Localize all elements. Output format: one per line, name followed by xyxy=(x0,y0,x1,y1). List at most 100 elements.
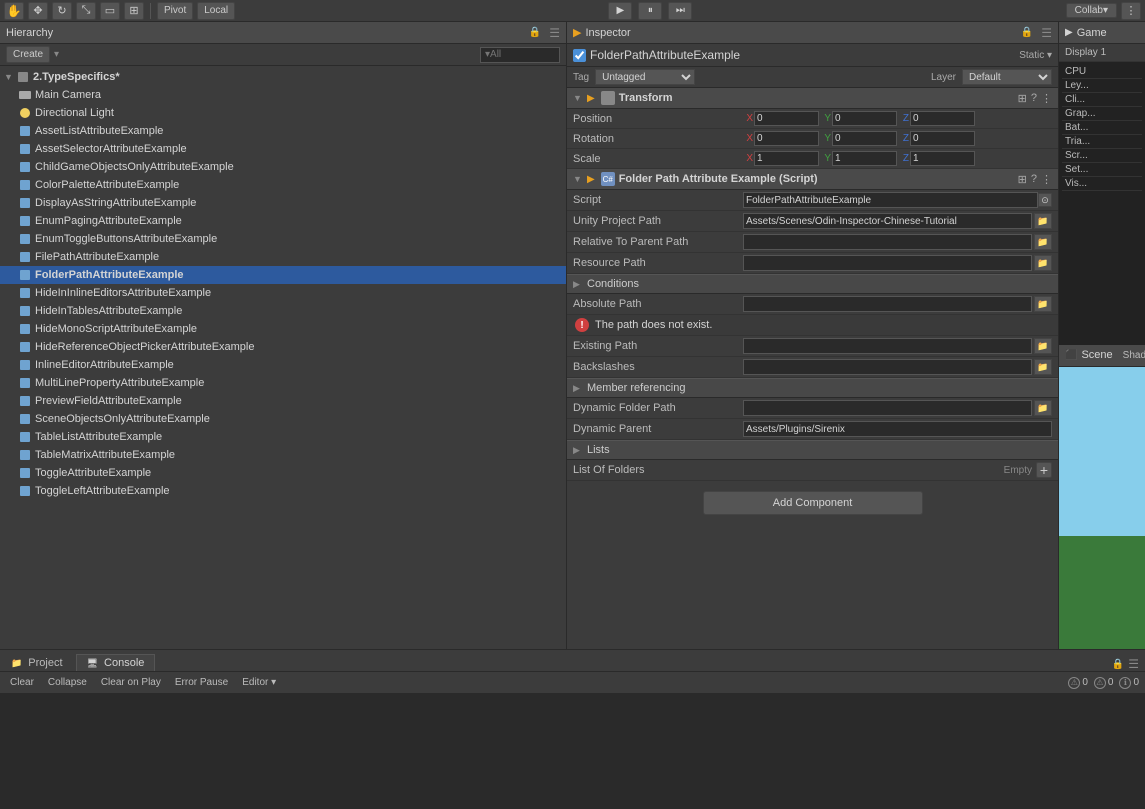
collab-button[interactable]: Collab▾ xyxy=(1066,3,1117,18)
profiler-tria[interactable]: Tria... xyxy=(1062,135,1142,149)
unity-project-path-folder-btn[interactable]: 📁 xyxy=(1034,213,1052,229)
inspector-lock-icon[interactable]: 🔒 xyxy=(1021,27,1033,38)
toolbar-icon-scale[interactable]: ⤡ xyxy=(76,2,96,20)
scale-z-input[interactable]: 1 xyxy=(910,151,975,166)
script-pick-button[interactable]: ⊙ xyxy=(1038,193,1052,207)
pivot-button[interactable]: Pivot xyxy=(157,2,193,20)
list-item[interactable]: TableListAttributeExample xyxy=(0,428,566,446)
relative-to-parent-input[interactable] xyxy=(743,234,1032,250)
create-dropdown-arrow[interactable]: ▾ xyxy=(54,49,59,60)
dynamic-folder-path-folder-btn[interactable]: 📁 xyxy=(1034,400,1052,416)
collapse-button[interactable]: Collapse xyxy=(44,676,91,689)
scale-x-input[interactable]: 1 xyxy=(754,151,819,166)
transform-action-info[interactable]: ? xyxy=(1031,92,1037,105)
toolbar-icon-rotate[interactable]: ↻ xyxy=(52,2,72,20)
bottom-menu-icon[interactable]: ☰ xyxy=(1128,657,1139,671)
toolbar-icon-transform[interactable]: ⊞ xyxy=(124,2,144,20)
clear-button[interactable]: Clear xyxy=(6,676,38,689)
tag-select[interactable]: Untagged xyxy=(595,69,695,85)
create-button[interactable]: Create xyxy=(6,46,50,63)
toolbar-icon-move[interactable]: ✥ xyxy=(28,2,48,20)
folder-path-action-menu[interactable]: ⋮ xyxy=(1041,173,1052,186)
rotation-x-input[interactable]: 0 xyxy=(754,131,819,146)
position-x-input[interactable]: 0 xyxy=(754,111,819,126)
transform-component-header[interactable]: ▼ ▶ Transform ⊞ ? ⋮ xyxy=(567,88,1058,109)
profiler-cli[interactable]: Cli... xyxy=(1062,93,1142,107)
transform-action-menu[interactable]: ⋮ xyxy=(1041,92,1052,105)
dynamic-folder-path-input[interactable] xyxy=(743,400,1032,416)
add-component-button[interactable]: Add Component xyxy=(703,491,923,515)
list-item[interactable]: HideInInlineEditorsAttributeExample xyxy=(0,284,566,302)
list-item[interactable]: HideInTablesAttributeExample xyxy=(0,302,566,320)
editor-button[interactable]: Editor ▾ xyxy=(238,676,280,689)
list-item[interactable]: DisplayAsStringAttributeExample xyxy=(0,194,566,212)
local-button[interactable]: Local xyxy=(197,2,235,20)
step-button[interactable]: ⏭ xyxy=(668,2,692,20)
toolbar-icon-hand[interactable]: ✋ xyxy=(4,2,24,20)
hierarchy-item-camera[interactable]: Main Camera xyxy=(0,86,566,104)
list-item[interactable]: TableMatrixAttributeExample xyxy=(0,446,566,464)
transform-action-grid[interactable]: ⊞ xyxy=(1018,92,1027,105)
list-item[interactable]: AssetSelectorAttributeExample xyxy=(0,140,566,158)
list-item[interactable]: PreviewFieldAttributeExample xyxy=(0,392,566,410)
folder-path-action-info[interactable]: ? xyxy=(1031,173,1037,186)
profiler-set[interactable]: Set... xyxy=(1062,163,1142,177)
list-item[interactable]: AssetListAttributeExample xyxy=(0,122,566,140)
position-y-input[interactable]: 0 xyxy=(832,111,897,126)
resource-path-input[interactable] xyxy=(743,255,1032,271)
error-pause-button[interactable]: Error Pause xyxy=(171,676,232,689)
rotation-z-input[interactable]: 0 xyxy=(910,131,975,146)
inspector-menu-icon[interactable]: ☰ xyxy=(1041,26,1052,40)
list-item[interactable]: SceneObjectsOnlyAttributeExample xyxy=(0,410,566,428)
play-button[interactable]: ▶ xyxy=(608,2,632,20)
go-active-checkbox[interactable] xyxy=(573,49,586,62)
list-item[interactable]: InlineEditorAttributeExample xyxy=(0,356,566,374)
profiler-bat[interactable]: Bat... xyxy=(1062,121,1142,135)
bottom-lock-icon[interactable]: 🔒 xyxy=(1112,659,1124,670)
hierarchy-search-input[interactable] xyxy=(480,47,560,63)
hierarchy-item-selected[interactable]: FolderPathAttributeExample xyxy=(0,266,566,284)
pause-button[interactable]: ⏸ xyxy=(638,2,662,20)
script-input[interactable]: FolderPathAttributeExample xyxy=(743,192,1038,208)
list-add-button[interactable]: + xyxy=(1036,462,1052,478)
list-item[interactable]: ToggleAttributeExample xyxy=(0,464,566,482)
list-item[interactable]: EnumPagingAttributeExample xyxy=(0,212,566,230)
profiler-cpu[interactable]: CPU xyxy=(1062,65,1142,79)
profiler-grap[interactable]: Grap... xyxy=(1062,107,1142,121)
absolute-path-input[interactable] xyxy=(743,296,1032,312)
toolbar-icon-rect[interactable]: ▭ xyxy=(100,2,120,20)
rotation-y-input[interactable]: 0 xyxy=(832,131,897,146)
position-z-input[interactable]: 0 xyxy=(910,111,975,126)
clear-on-play-button[interactable]: Clear on Play xyxy=(97,676,165,689)
list-item[interactable]: EnumToggleButtonsAttributeExample xyxy=(0,230,566,248)
list-item[interactable]: ChildGameObjectsOnlyAttributeExample xyxy=(0,158,566,176)
relative-to-parent-folder-btn[interactable]: 📁 xyxy=(1034,234,1052,250)
member-ref-section-header[interactable]: ▶ Member referencing xyxy=(567,378,1058,398)
hierarchy-item-root[interactable]: ▼ 2.TypeSpecifics* xyxy=(0,68,566,86)
list-item[interactable]: HideMonoScriptAttributeExample xyxy=(0,320,566,338)
tab-project[interactable]: 📁 Project xyxy=(0,654,74,671)
absolute-path-folder-btn[interactable]: 📁 xyxy=(1034,296,1052,312)
tab-console[interactable]: 🖥 Console xyxy=(76,654,156,671)
backslashes-input[interactable] xyxy=(743,359,1032,375)
folder-path-component-header[interactable]: ▼ ▶ C# Folder Path Attribute Example (Sc… xyxy=(567,169,1058,190)
list-item[interactable]: HideReferenceObjectPickerAttributeExampl… xyxy=(0,338,566,356)
list-item[interactable]: MultiLinePropertyAttributeExample xyxy=(0,374,566,392)
list-item[interactable]: FilePathAttributeExample xyxy=(0,248,566,266)
existing-path-input[interactable] xyxy=(743,338,1032,354)
display-item[interactable]: Display 1 xyxy=(1059,44,1145,62)
resource-path-folder-btn[interactable]: 📁 xyxy=(1034,255,1052,271)
profiler-scr[interactable]: Scr... xyxy=(1062,149,1142,163)
dynamic-parent-input[interactable]: Assets/Plugins/Sirenix xyxy=(743,421,1052,437)
folder-path-action-grid[interactable]: ⊞ xyxy=(1018,173,1027,186)
hierarchy-item-light[interactable]: Directional Light xyxy=(0,104,566,122)
conditions-section-header[interactable]: ▶ Conditions xyxy=(567,274,1058,294)
list-item[interactable]: ColorPaletteAttributeExample xyxy=(0,176,566,194)
layer-select[interactable]: Default xyxy=(962,69,1052,85)
backslashes-folder-btn[interactable]: 📁 xyxy=(1034,359,1052,375)
toolbar-icon-more[interactable]: ⋮ xyxy=(1121,2,1141,20)
profiler-ley[interactable]: Ley... xyxy=(1062,79,1142,93)
list-item[interactable]: ToggleLeftAttributeExample xyxy=(0,482,566,500)
existing-path-folder-btn[interactable]: 📁 xyxy=(1034,338,1052,354)
lists-section-header[interactable]: ▶ Lists xyxy=(567,440,1058,460)
